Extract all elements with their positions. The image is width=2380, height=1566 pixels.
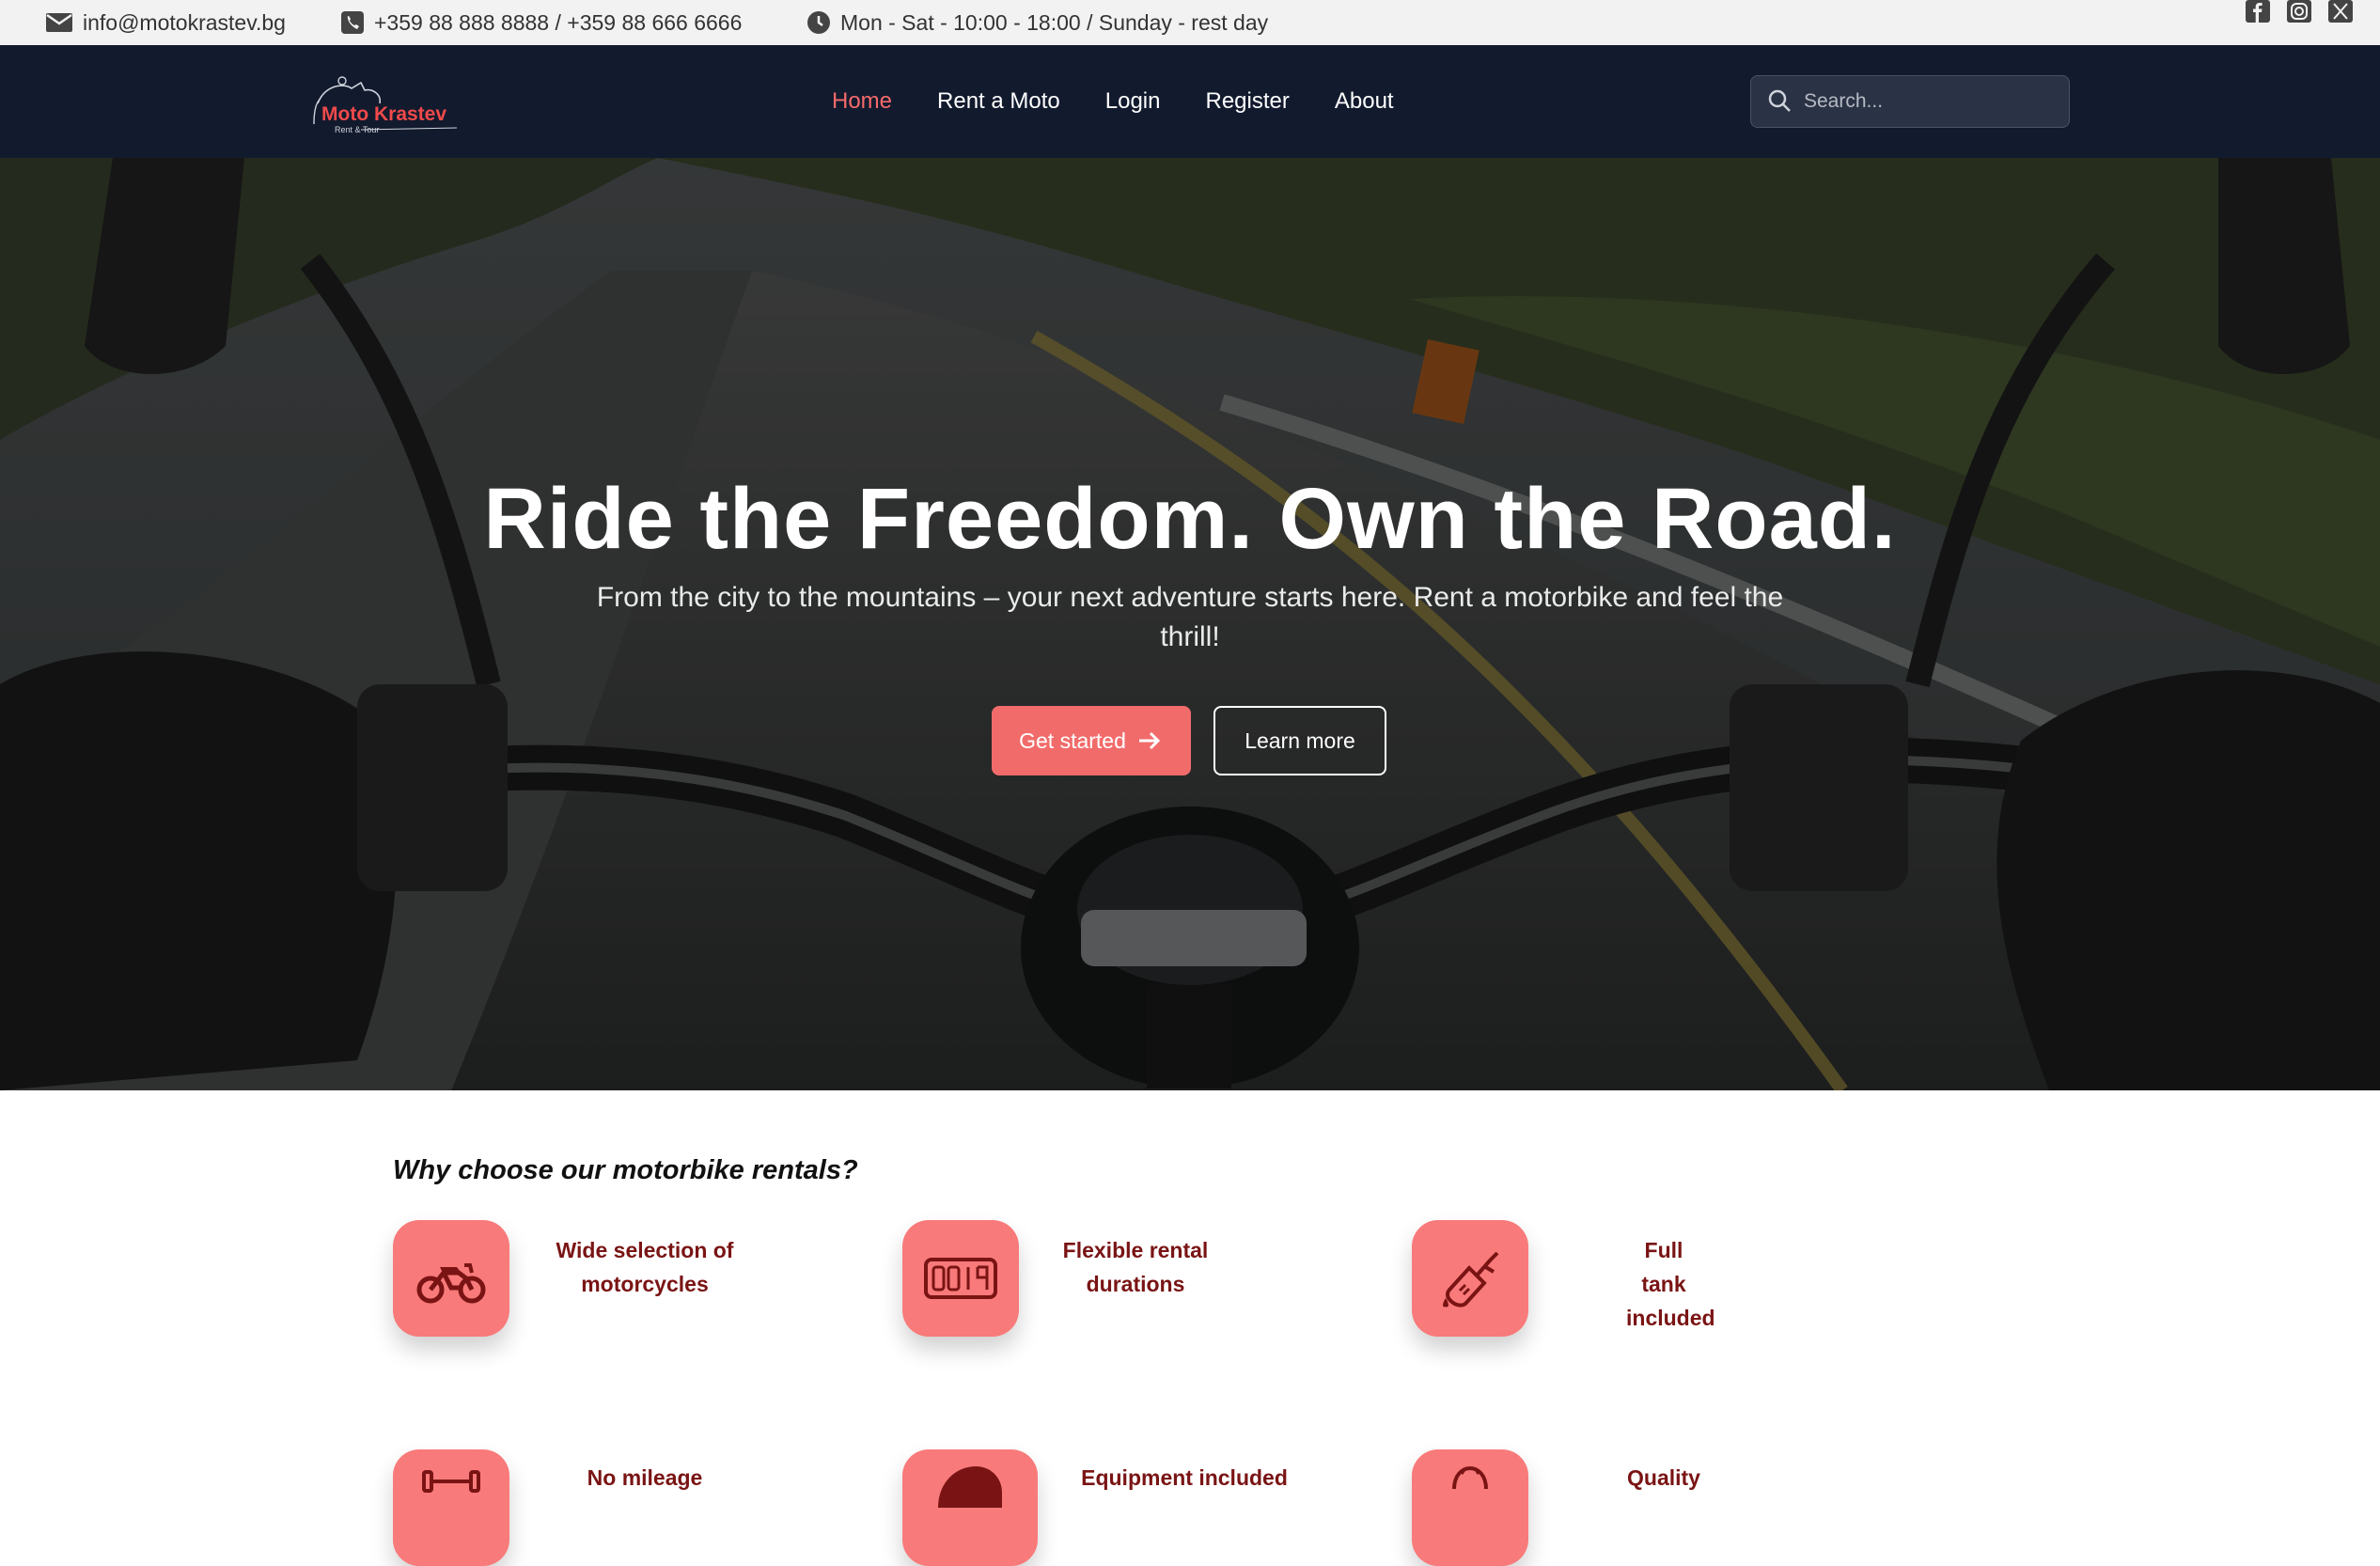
- social-links: [2245, 0, 2354, 28]
- feature-label: No mileage: [587, 1465, 703, 1490]
- contact-email[interactable]: info@motokrastev.bg: [45, 0, 286, 45]
- main-menu: Home Rent a Moto Login Register About: [832, 45, 1439, 158]
- feature-label: Flexible rental durations: [1062, 1238, 1209, 1296]
- get-started-label: Get started: [1019, 728, 1126, 753]
- feature-label: Wide selection of motorcycles: [556, 1238, 734, 1296]
- dumbbell-icon: [422, 1470, 480, 1493]
- clock-icon: [807, 11, 830, 34]
- badge-icon: [1452, 1465, 1488, 1490]
- get-started-button[interactable]: Get started: [992, 706, 1191, 775]
- arrow-right-icon: [1138, 731, 1161, 750]
- phone-icon: [341, 11, 364, 34]
- svg-text:Moto Krastev: Moto Krastev: [321, 103, 446, 125]
- feature-icon-box: [393, 1449, 509, 1566]
- opening-hours: Mon - Sat - 10:00 - 18:00 / Sunday - res…: [806, 0, 1268, 45]
- feature-icon-box: [393, 1220, 509, 1337]
- fuel-nozzle-icon: [1443, 1251, 1499, 1308]
- nav-home[interactable]: Home: [832, 88, 892, 115]
- contact-phone[interactable]: +359 88 888 8888 / +359 88 666 6666: [340, 0, 742, 45]
- hero-section: Ride the Freedom. Own the Road. From the…: [0, 158, 2380, 1090]
- feature-label: Full tank included: [1570, 1233, 1758, 1335]
- facebook-icon[interactable]: [2245, 0, 2271, 24]
- top-info-bar: info@motokrastev.bg +359 88 888 8888 / +…: [0, 0, 2380, 45]
- nav-about[interactable]: About: [1335, 88, 1394, 115]
- feature-label: Quality: [1627, 1465, 1700, 1490]
- motorcycle-icon: [416, 1263, 486, 1304]
- feature-label-text: Full tank included: [1626, 1238, 1715, 1330]
- features-title: Why choose our motorbike rentals?: [393, 1155, 858, 1185]
- odometer-icon: [924, 1258, 997, 1299]
- hero-title: Ride the Freedom. Own the Road.: [483, 471, 1897, 567]
- site-logo[interactable]: Moto Krastev Rent & Tour: [306, 66, 485, 141]
- email-text: info@motokrastev.bg: [83, 9, 286, 35]
- hours-text: Mon - Sat - 10:00 - 18:00 / Sunday - res…: [840, 9, 1269, 35]
- search-icon: [1768, 89, 1791, 112]
- hero-subtitle: From the city to the mountains – your ne…: [596, 582, 1784, 652]
- search-box[interactable]: [1750, 75, 2070, 128]
- main-navbar: Moto Krastev Rent & Tour Home Rent a Mot…: [0, 45, 2380, 158]
- nav-register[interactable]: Register: [1206, 88, 1290, 115]
- feature-icon-box: [1412, 1220, 1528, 1337]
- feature-icon-box: [1412, 1449, 1528, 1566]
- phone-text: +359 88 888 8888 / +359 88 666 6666: [374, 9, 743, 35]
- instagram-icon[interactable]: [2286, 0, 2312, 24]
- search-input[interactable]: [1804, 90, 2048, 113]
- nav-login[interactable]: Login: [1105, 88, 1161, 115]
- learn-more-button[interactable]: Learn more: [1213, 706, 1386, 775]
- helmet-icon: [938, 1466, 1002, 1508]
- feature-icon-box: [902, 1449, 1038, 1566]
- mail-icon: [46, 13, 72, 32]
- feature-icon-box: [902, 1220, 1019, 1337]
- x-icon[interactable]: [2327, 0, 2354, 24]
- nav-rent-a-moto[interactable]: Rent a Moto: [937, 88, 1060, 115]
- feature-label: Equipment included: [1081, 1465, 1288, 1490]
